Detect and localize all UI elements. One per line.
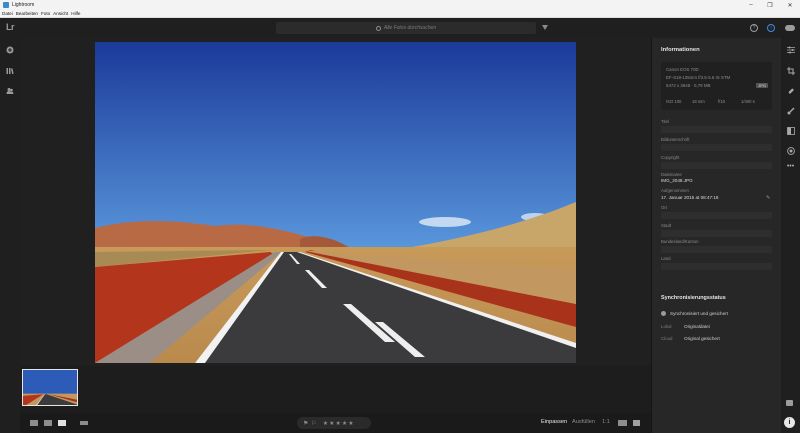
more-icon[interactable]: •••	[786, 162, 795, 171]
help-glyph: ?	[752, 25, 756, 31]
info-panel-title: Informationen	[661, 47, 700, 53]
filmstrip	[20, 366, 651, 413]
exif-focal-length: 18 mm	[692, 99, 705, 104]
sync-status: Synchronisiert und gesichert	[670, 311, 728, 316]
city-label: Stadt	[661, 223, 672, 228]
location-field[interactable]	[661, 212, 772, 219]
sync-check-icon	[661, 311, 666, 316]
menu-datei[interactable]: Datei	[2, 11, 13, 16]
edit-sliders-icon[interactable]	[786, 45, 795, 54]
brush-icon[interactable]	[786, 106, 795, 115]
lens-model: EF-S18-135mm f/3.5-5.6 IS STM	[666, 75, 731, 80]
captured-label: Aufgenommen	[661, 188, 689, 193]
square-grid-icon[interactable]	[30, 420, 38, 426]
filmstrip-thumbnail[interactable]	[22, 369, 78, 406]
search-input[interactable]: Alle Fotos durchsuchen	[276, 22, 536, 34]
state-field[interactable]	[661, 246, 772, 253]
photo-grid-icon[interactable]	[44, 420, 52, 426]
sync-cloud-label: Cloud	[661, 336, 673, 341]
crop-icon[interactable]	[786, 66, 795, 75]
left-rail	[0, 38, 20, 433]
people-icon[interactable]	[5, 86, 14, 95]
copyright-label: Copyright	[661, 155, 680, 160]
zoom-fill-button[interactable]: Ausfüllen	[572, 419, 595, 425]
edit-date-icon[interactable]: ✎	[766, 195, 770, 201]
star-rating[interactable]: ★★★★★	[323, 420, 355, 427]
healing-icon[interactable]	[786, 86, 795, 95]
camera-info-box: Canon EOS 70D EF-S18-135mm f/3.5-5.6 IS …	[661, 62, 772, 110]
captured-value: 17. Januar 2015 at 08:47:18	[661, 195, 719, 200]
close-button[interactable]: ✕	[783, 0, 797, 10]
cloud-icon[interactable]	[785, 25, 795, 31]
split-view-icon[interactable]	[633, 420, 640, 426]
radial-gradient-icon[interactable]	[786, 146, 795, 155]
rating-flag-bar: ⚑ ⚐ ★★★★★	[297, 417, 371, 429]
sync-cloud-value: Original gesichert	[684, 336, 720, 341]
lightroom-app-icon	[3, 2, 9, 8]
info-toggle-glyph: i	[788, 419, 791, 426]
exif-shutter: 1/400 s	[741, 99, 755, 104]
copyright-field[interactable]	[661, 162, 772, 169]
info-glyph: i	[770, 25, 772, 31]
country-label: Land	[661, 256, 671, 261]
search-icon	[375, 25, 381, 31]
flag-reject-icon[interactable]: ⚐	[311, 420, 316, 427]
detail-view-icon[interactable]	[58, 420, 66, 426]
minimize-button[interactable]: –	[744, 0, 758, 10]
filter-icon[interactable]	[542, 25, 548, 30]
filename-value: IMG_2048.JPG	[661, 178, 693, 183]
sort-icon[interactable]	[80, 421, 88, 425]
help-icon[interactable]: ?	[750, 24, 758, 32]
tag-icon[interactable]	[786, 400, 793, 406]
caption-label: Bildunterschrift	[661, 137, 690, 142]
caption-field[interactable]	[661, 144, 772, 151]
add-photo-icon[interactable]	[5, 45, 14, 54]
zoom-fit-button[interactable]: Einpassen	[541, 419, 567, 425]
sync-heading: Synchronisierungsstatus	[661, 295, 726, 301]
zoom-1-1-button[interactable]: 1:1	[602, 419, 610, 425]
maximize-button[interactable]: ❐	[763, 0, 777, 10]
title-field[interactable]	[661, 126, 772, 133]
exif-aperture: f/10	[718, 99, 725, 104]
menu-foto[interactable]: Foto	[41, 11, 50, 16]
linear-gradient-icon[interactable]	[786, 126, 795, 135]
app-toolbar: Lr Alle Fotos durchsuchen ? i	[0, 18, 800, 38]
format-badge: JPG	[756, 83, 768, 88]
info-panel: Informationen Canon EOS 70D EF-S18-135mm…	[651, 38, 781, 433]
location-label: Ort	[661, 205, 667, 210]
state-label: Bundesland/Kanton	[661, 239, 699, 244]
camera-model: Canon EOS 70D	[666, 67, 699, 72]
right-tool-rail: •••	[781, 38, 800, 433]
info-panel-toggle-icon[interactable]: i	[784, 417, 795, 428]
main-photo[interactable]	[95, 42, 576, 363]
window-titlebar: Lightroom – ❐ ✕	[0, 0, 800, 10]
info-icon[interactable]: i	[767, 24, 775, 32]
menu-hilfe[interactable]: Hilfe	[71, 11, 80, 16]
image-dimensions: 5472 x 3648 · 5,79 MB	[666, 83, 711, 88]
menu-bearbeiten[interactable]: Bearbeiten	[16, 11, 38, 16]
exif-iso: ISO 100	[666, 99, 682, 104]
search-placeholder: Alle Fotos durchsuchen	[383, 25, 437, 31]
window-title: Lightroom	[12, 2, 35, 8]
country-field[interactable]	[661, 263, 772, 270]
city-field[interactable]	[661, 230, 772, 237]
sync-local-label: Lokal	[661, 324, 672, 329]
menu-bar: Datei Bearbeiten Foto Ansicht Hilfe	[0, 10, 800, 18]
sync-local-value: Originaldatei	[684, 324, 710, 329]
lr-logo[interactable]: Lr	[6, 22, 15, 32]
library-icon[interactable]	[5, 66, 14, 75]
filename-label: Dateiname	[661, 172, 682, 177]
flag-pick-icon[interactable]: ⚑	[303, 420, 308, 427]
before-after-icon[interactable]	[618, 420, 627, 426]
menu-ansicht[interactable]: Ansicht	[53, 11, 68, 16]
title-label: Titel	[661, 119, 669, 124]
